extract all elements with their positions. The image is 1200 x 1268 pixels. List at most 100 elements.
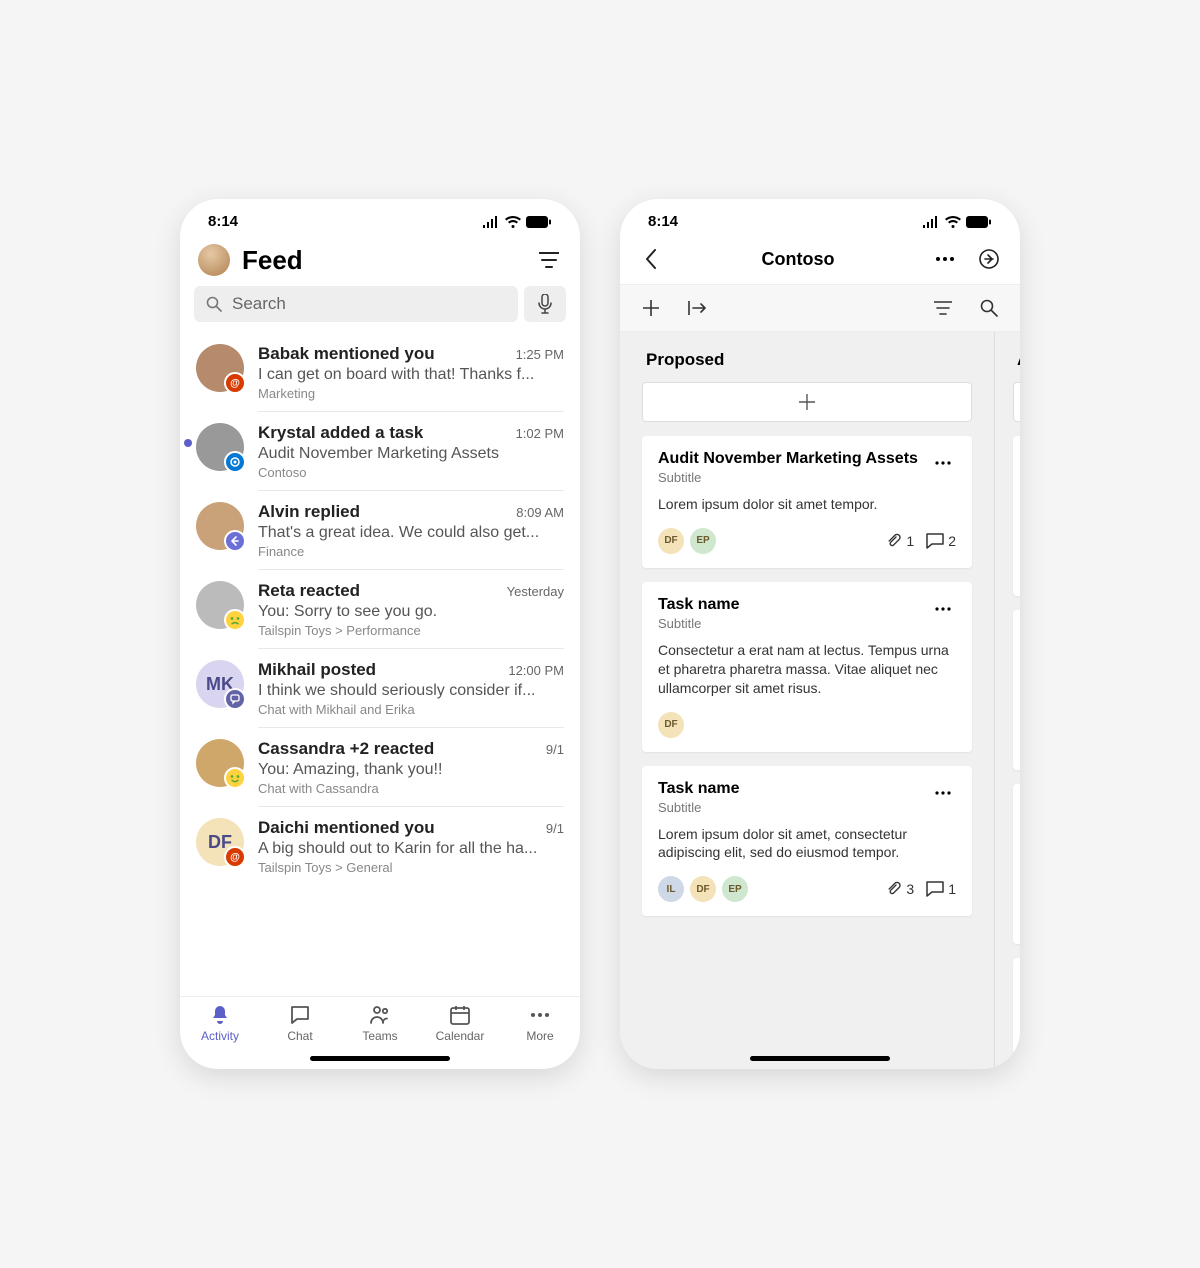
feed-item-context: Contoso [258, 465, 564, 480]
feed-item-snippet: Audit November Marketing Assets [258, 445, 564, 463]
status-bar: 8:14 [620, 199, 1020, 236]
feed-item-title: Reta reacted [258, 581, 360, 601]
add-button[interactable] [638, 295, 664, 321]
paperclip-icon [886, 881, 902, 897]
paperclip-icon [886, 533, 902, 549]
card-title: Task name [658, 596, 740, 614]
assignee-chip[interactable]: DF [658, 528, 684, 554]
task-card[interactable]: TSL [1013, 610, 1020, 770]
feed-item[interactable]: DF@Daichi mentioned you9/1A big should o… [180, 806, 580, 885]
feed-body: Cassandra +2 reacted 9/1 You: Amazing, tha… [258, 739, 564, 796]
filter-icon[interactable] [536, 247, 562, 273]
feed-item-title: Cassandra +2 reacted [258, 739, 434, 759]
task-card[interactable]: Audit November Marketing AssetsSubtitleL… [642, 436, 972, 568]
nav-more[interactable]: More [500, 1003, 580, 1043]
feed-avatar [196, 739, 244, 787]
nav-activity[interactable]: Activity [180, 1003, 260, 1043]
signal-icon [482, 216, 500, 228]
nav-chat[interactable]: Chat [260, 1003, 340, 1043]
back-button[interactable] [638, 246, 664, 272]
feed-list[interactable]: @ Babak mentioned you1:25 PMI can get on … [180, 332, 580, 996]
comment-count: 1 [926, 881, 956, 897]
add-card-button[interactable] [642, 382, 972, 422]
battery-icon [966, 216, 992, 228]
feed-item-time: 9/1 [546, 742, 564, 757]
feed-body: Reta reactedYesterdayYou: Sorry to see y… [258, 581, 564, 638]
task-card[interactable]: TSD v p p [1013, 436, 1020, 596]
card-subtitle: Subtitle [658, 800, 740, 815]
more-button[interactable] [932, 246, 958, 272]
nav-label: Chat [287, 1029, 312, 1043]
comment-count: 2 [926, 533, 956, 549]
feed-item[interactable]: Alvin replied8:09 AMThat's a great idea.… [180, 490, 580, 569]
feed-item-time: Yesterday [507, 584, 564, 599]
feed-avatar [196, 581, 244, 629]
calendar-icon [448, 1003, 472, 1027]
card-more-button[interactable] [930, 450, 956, 476]
search-button[interactable] [976, 295, 1002, 321]
card-more-button[interactable] [930, 780, 956, 806]
assignee-chip[interactable]: EP [722, 876, 748, 902]
card-subtitle: Subtitle [658, 616, 740, 631]
card-more-button[interactable] [930, 596, 956, 622]
card-body: Lorem ipsum dolor sit amet, consectetur … [658, 825, 956, 863]
feed-item-snippet: You: Amazing, thank you!! [258, 761, 564, 779]
feed-item[interactable]: Reta reactedYesterdayYou: Sorry to see y… [180, 569, 580, 648]
search-icon [206, 296, 222, 312]
feed-item[interactable]: MKMikhail posted12:00 PMI think we shoul… [180, 648, 580, 727]
filter-button[interactable] [930, 295, 956, 321]
board-toolbar [620, 284, 1020, 332]
wifi-icon [505, 216, 521, 228]
feed-item[interactable]: Cassandra +2 reacted 9/1 You: Amazing, tha… [180, 727, 580, 806]
assignee-chips: ILDFEP [658, 876, 748, 902]
activity-badge-icon [224, 609, 246, 631]
more-icon [935, 461, 951, 465]
feed-item-time: 9/1 [546, 821, 564, 836]
nav-teams[interactable]: Teams [340, 1003, 420, 1043]
assignee-chip[interactable]: EP [690, 528, 716, 554]
feed-item[interactable]: Krystal added a task1:02 PMAudit Novembe… [180, 411, 580, 490]
feed-avatar [196, 423, 244, 471]
assignee-chip[interactable]: DF [690, 876, 716, 902]
profile-avatar[interactable] [198, 244, 230, 276]
assignee-chip[interactable]: IL [658, 876, 684, 902]
assignee-chips: DF [658, 712, 684, 738]
board-columns[interactable]: Proposed Audit November Marketing Assets… [620, 332, 1020, 1069]
filter-icon [934, 301, 952, 315]
add-card-button[interactable] [1013, 382, 1020, 422]
task-card[interactable]: Task nameSubtitleConsectetur a erat nam … [642, 582, 972, 752]
card-title: Task name [658, 780, 740, 798]
comment-icon [926, 881, 944, 897]
board-header: Contoso [620, 236, 1020, 284]
assignee-chip[interactable]: DF [658, 712, 684, 738]
feed-item-snippet: A big should out to Karin for all the ha… [258, 840, 564, 858]
wifi-icon [945, 216, 961, 228]
feed-item[interactable]: @ Babak mentioned you1:25 PMI can get on … [180, 332, 580, 411]
more-icon [936, 257, 954, 261]
feed-item-title: Daichi mentioned you [258, 818, 435, 838]
search-input[interactable]: Search [194, 286, 518, 322]
expand-button[interactable] [684, 295, 710, 321]
search-icon [980, 299, 998, 317]
feed-body: Krystal added a task1:02 PMAudit Novembe… [258, 423, 564, 480]
task-card[interactable]: Task name Subtitle Lorem ipsum dolor sit a… [642, 766, 972, 917]
nav-calendar[interactable]: Calendar [420, 1003, 500, 1043]
mic-button[interactable] [524, 286, 566, 322]
feed-item-title: Babak mentioned you [258, 344, 435, 364]
task-card[interactable]: T [1013, 958, 1020, 1069]
feed-avatar: @ [196, 344, 244, 392]
feed-title: Feed [242, 245, 524, 276]
feed-body: Babak mentioned you1:25 PMI can get on b… [258, 344, 564, 401]
search-row: Search [180, 286, 580, 332]
card-title: Audit November Marketing Assets [658, 450, 918, 468]
bell-icon [208, 1003, 232, 1027]
status-icons [922, 216, 992, 228]
feed-item-time: 1:02 PM [516, 426, 564, 441]
feed-item-context: Finance [258, 544, 564, 559]
status-time: 8:14 [208, 213, 238, 230]
chat-button[interactable] [976, 246, 1002, 272]
task-card[interactable]: TSL a [1013, 784, 1020, 944]
feed-body: Alvin replied8:09 AMThat's a great idea.… [258, 502, 564, 559]
activity-badge-icon: @ [224, 846, 246, 868]
feed-item-time: 12:00 PM [508, 663, 564, 678]
